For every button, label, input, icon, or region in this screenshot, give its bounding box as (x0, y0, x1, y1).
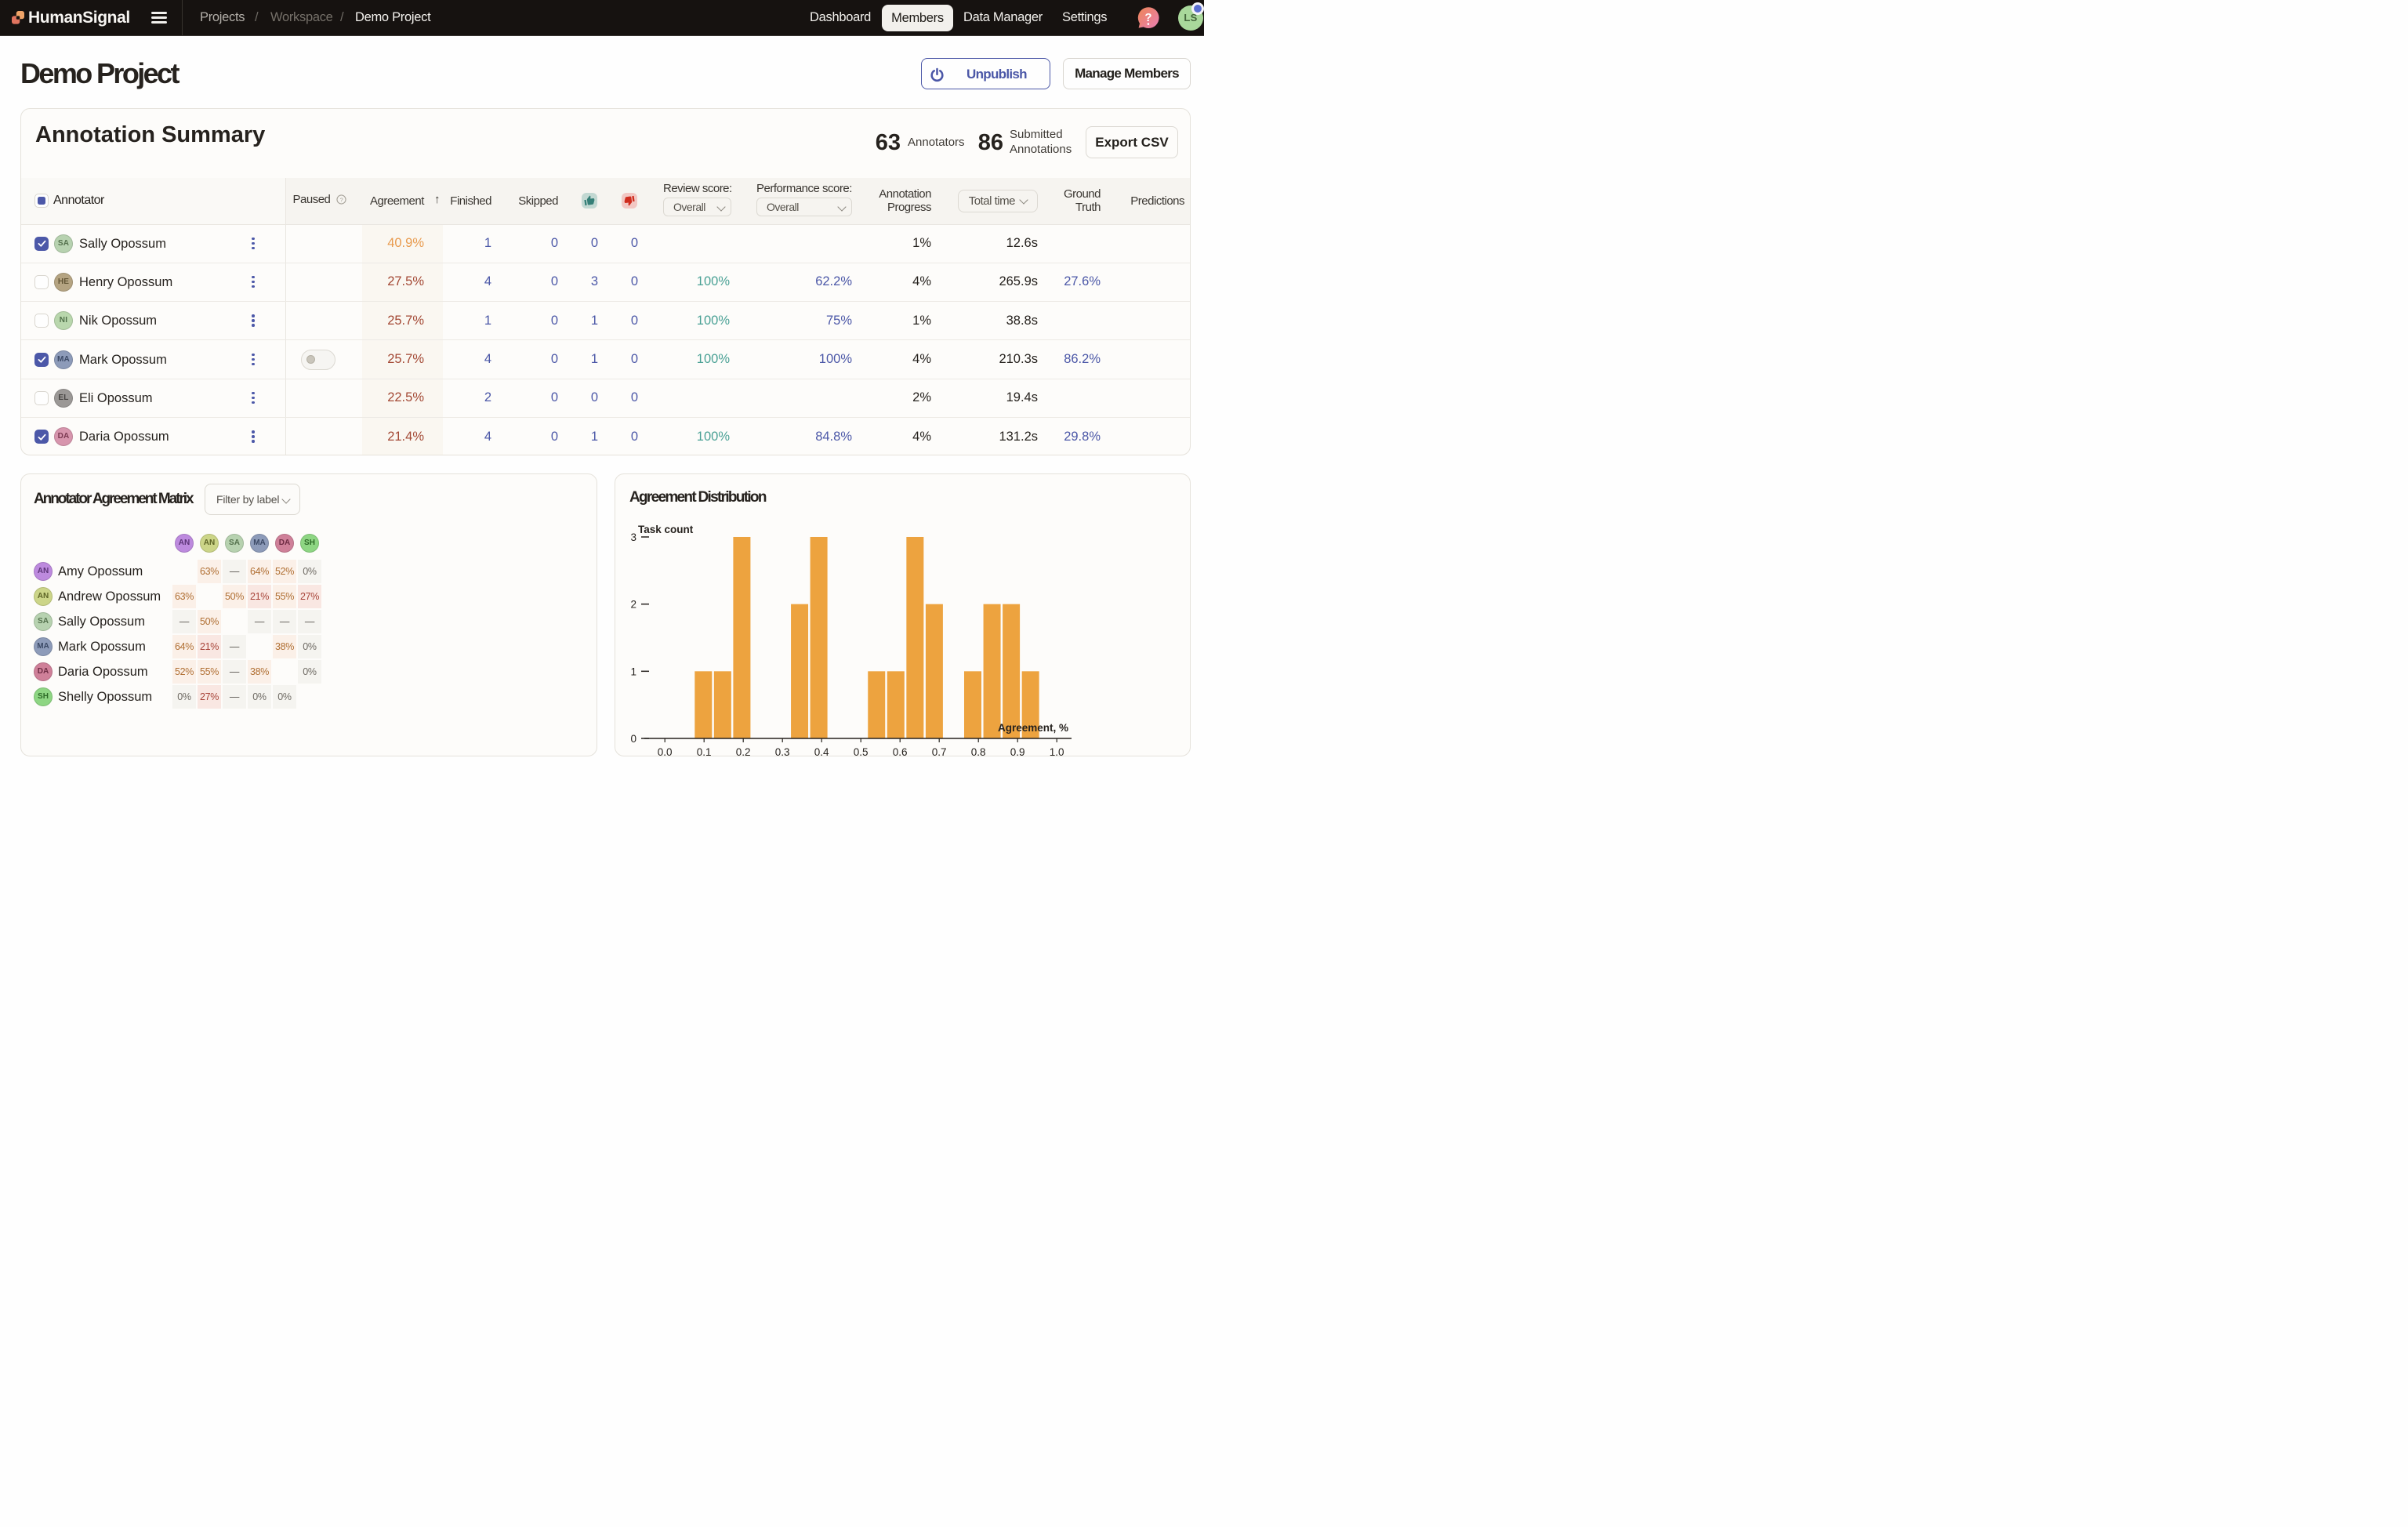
svg-text:0.0: 0.0 (658, 746, 673, 756)
svg-text:0: 0 (630, 733, 636, 745)
svg-text:1: 1 (630, 666, 636, 677)
svg-text:Agreement, %: Agreement, % (998, 722, 1068, 734)
svg-text:3: 3 (630, 531, 636, 543)
svg-text:0.2: 0.2 (736, 746, 751, 756)
svg-text:2: 2 (630, 599, 636, 611)
svg-text:0.8: 0.8 (971, 746, 986, 756)
svg-text:0.5: 0.5 (854, 746, 869, 756)
svg-text:0.3: 0.3 (775, 746, 790, 756)
svg-text:0.7: 0.7 (932, 746, 947, 756)
svg-text:?: ? (339, 197, 343, 204)
svg-text:?: ? (1144, 11, 1151, 24)
svg-text:1.0: 1.0 (1050, 746, 1064, 756)
svg-text:0.1: 0.1 (697, 746, 712, 756)
svg-text:0.9: 0.9 (1010, 746, 1025, 756)
svg-text:0.4: 0.4 (814, 746, 829, 756)
svg-text:Task count: Task count (638, 524, 694, 535)
svg-text:0.6: 0.6 (893, 746, 908, 756)
